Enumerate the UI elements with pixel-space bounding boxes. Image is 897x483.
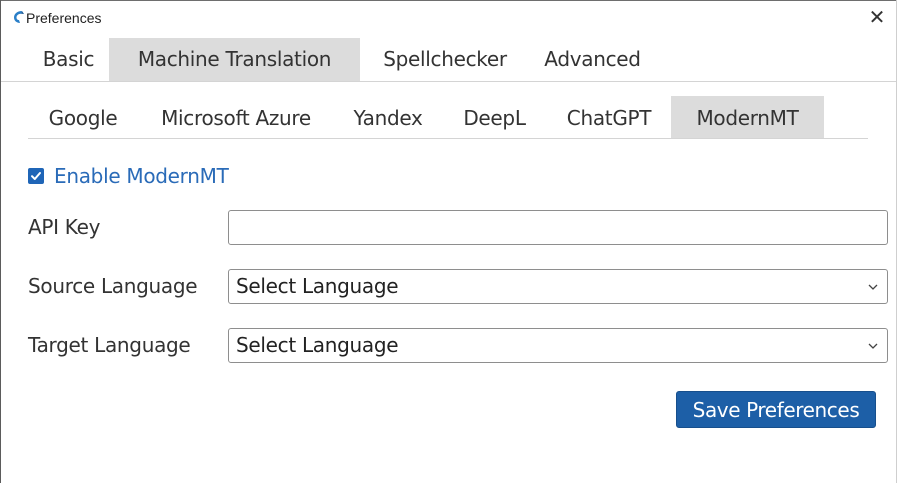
enable-modernmt-label[interactable]: Enable ModernMT [54,164,229,188]
tab-yandex[interactable]: Yandex [334,96,442,138]
close-icon[interactable]: ✕ [866,7,888,29]
title-bar: Preferences ✕ [1,0,896,38]
enable-modernmt-checkbox[interactable] [28,168,44,184]
window-title: Preferences [26,10,102,26]
tab-google[interactable]: Google [28,96,138,138]
source-language-value: Select Language [236,274,399,298]
tab-basic[interactable]: Basic [28,38,109,81]
source-language-select[interactable]: Select Language [228,269,888,304]
source-language-label: Source Language [28,274,198,298]
tab-machine-translation[interactable]: Machine Translation [109,38,360,81]
provider-tab-bar: Google Microsoft Azure Yandex DeepL Chat… [28,96,868,139]
save-preferences-button[interactable]: Save Preferences [676,391,876,428]
main-tab-bar: Basic Machine Translation Spellchecker A… [1,38,896,82]
preferences-window: Preferences ✕ Basic Machine Translation … [0,0,897,483]
tab-spellchecker[interactable]: Spellchecker [360,38,530,81]
api-key-input[interactable] [228,210,888,245]
tab-advanced[interactable]: Advanced [530,38,655,81]
target-language-value: Select Language [236,333,399,357]
tab-chatgpt[interactable]: ChatGPT [547,96,671,138]
tab-modernmt[interactable]: ModernMT [671,96,824,138]
api-key-label: API Key [28,215,101,239]
app-logo-icon [11,9,27,25]
tab-microsoft-azure[interactable]: Microsoft Azure [138,96,334,138]
checkmark-icon [31,172,41,180]
tab-deepl[interactable]: DeepL [442,96,547,138]
chevron-down-icon [868,284,878,290]
enable-modernmt-row[interactable]: Enable ModernMT [28,163,229,189]
target-language-label: Target Language [28,333,191,357]
target-language-select[interactable]: Select Language [228,328,888,363]
chevron-down-icon [868,343,878,349]
